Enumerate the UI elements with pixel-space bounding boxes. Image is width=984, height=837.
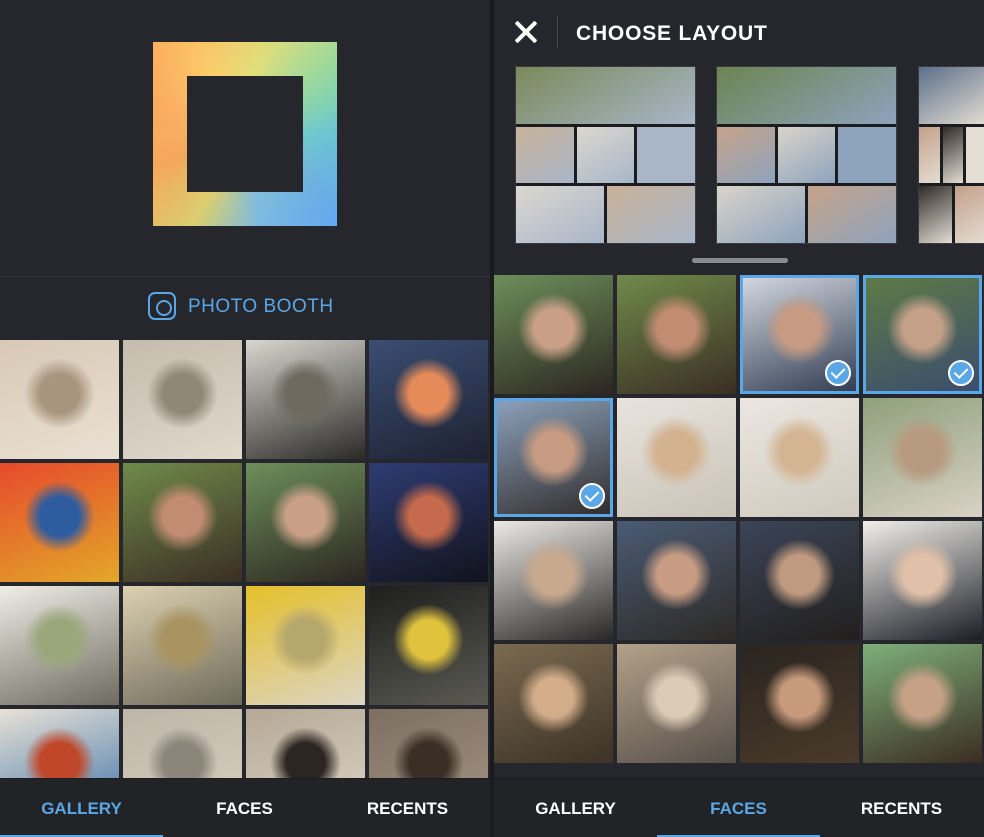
right-tab-bar: GALLERY FACES RECENTS (494, 778, 984, 837)
layout-cell (516, 126, 574, 184)
photo-booth-label: PHOTO BOOTH (188, 296, 334, 317)
layout-cell (717, 67, 896, 124)
face-two-girls[interactable] (494, 275, 613, 394)
choose-layout-header: CHOOSE LAYOUT (494, 0, 984, 66)
layout-cell (607, 186, 695, 244)
face-girl-phone[interactable] (494, 644, 613, 763)
left-tab-bar: GALLERY FACES RECENTS (0, 778, 490, 837)
layout-row (717, 67, 896, 124)
tab-recents-label: RECENTS (366, 799, 449, 818)
checkmark-icon (825, 360, 851, 386)
layout-cell (637, 126, 696, 184)
layout-cell (808, 186, 896, 244)
choose-layout-panel: CHOOSE LAYOUT GALLERY FACES RECENTS (494, 0, 984, 837)
layout-option-1[interactable] (515, 66, 696, 244)
layout-row (516, 186, 695, 244)
layout-cell (919, 67, 984, 124)
layout-cell (966, 126, 984, 184)
tab-faces[interactable]: FACES (657, 779, 820, 837)
tab-recents[interactable]: RECENTS (326, 779, 489, 837)
face-couple-selfie[interactable] (617, 521, 736, 640)
checkmark-icon (579, 483, 605, 509)
close-icon[interactable] (514, 20, 538, 44)
layout-cell (838, 126, 897, 184)
layout-option-3[interactable] (918, 66, 984, 244)
logo-area (0, 0, 490, 275)
face-girl-rocks[interactable] (863, 398, 982, 517)
gallery-photo-grid (0, 340, 488, 828)
face-funny-trio[interactable] (740, 521, 859, 640)
photo-two-girls[interactable] (246, 463, 365, 582)
layout-cell (576, 126, 635, 184)
face-lying-grass[interactable] (863, 275, 982, 394)
layout-carousel[interactable] (494, 66, 984, 246)
layout-option-2[interactable] (716, 66, 897, 244)
checkmark-icon (948, 360, 974, 386)
face-beach-selfie[interactable] (494, 398, 613, 517)
tab-faces-label: FACES (216, 799, 273, 818)
photo-balloons[interactable] (0, 463, 119, 582)
layout-cell (717, 126, 775, 184)
face-blonde-beach-2[interactable] (740, 398, 859, 517)
face-sunglasses[interactable] (494, 521, 613, 640)
tab-gallery-label: GALLERY (41, 799, 122, 818)
photo-beach-rocks[interactable] (246, 340, 365, 459)
photo-cupcakes[interactable] (123, 586, 242, 705)
layout-row (717, 186, 896, 244)
photo-bulldog[interactable] (0, 340, 119, 459)
layout-logo (153, 42, 337, 226)
photo-palm-dusk[interactable] (369, 463, 488, 582)
tab-recents[interactable]: RECENTS (820, 779, 983, 837)
face-girls-dog[interactable] (863, 644, 982, 763)
photo-child-house[interactable] (0, 586, 119, 705)
photo-girl-selfie[interactable] (123, 463, 242, 582)
logo-center (187, 76, 303, 192)
layout-row (516, 126, 696, 184)
face-group-night[interactable] (740, 644, 859, 763)
tab-gallery-label: GALLERY (535, 799, 616, 818)
face-blonde-beach[interactable] (617, 398, 736, 517)
layout-cell (942, 126, 964, 184)
layout-row (919, 126, 984, 184)
camera-icon (148, 292, 176, 320)
photo-sunset-silhouette[interactable] (369, 340, 488, 459)
gallery-panel: PHOTO BOOTH GALLERY FACES RECENTS (0, 0, 490, 837)
layout-cell (516, 67, 695, 124)
tab-faces-label: FACES (710, 799, 767, 818)
header-separator (557, 16, 558, 48)
tab-recents-label: RECENTS (860, 799, 943, 818)
layout-cell (516, 186, 604, 244)
page-title: CHOOSE LAYOUT (576, 22, 768, 45)
layout-row (919, 67, 984, 124)
layout-cell (919, 126, 940, 184)
tab-gallery[interactable]: GALLERY (0, 779, 163, 837)
faces-photo-grid (494, 275, 982, 763)
layout-cell (777, 126, 836, 184)
face-girl-selfie[interactable] (617, 275, 736, 394)
tab-faces[interactable]: FACES (163, 779, 326, 837)
layout-row (919, 186, 984, 244)
layout-row (717, 126, 897, 184)
face-girl-striped[interactable] (617, 644, 736, 763)
tab-gallery[interactable]: GALLERY (494, 779, 657, 837)
layout-cell (919, 186, 952, 244)
photo-rock-cliff[interactable] (123, 340, 242, 459)
face-three-friends[interactable] (740, 275, 859, 394)
layout-cell (954, 186, 984, 244)
layout-row (516, 67, 695, 124)
face-glasses-man[interactable] (863, 521, 982, 640)
photo-flowers[interactable] (246, 586, 365, 705)
layout-cell (717, 186, 805, 244)
drag-handle[interactable] (692, 258, 788, 263)
photo-booth-button[interactable]: PHOTO BOOTH (0, 276, 490, 339)
photo-bike-leaves[interactable] (369, 586, 488, 705)
